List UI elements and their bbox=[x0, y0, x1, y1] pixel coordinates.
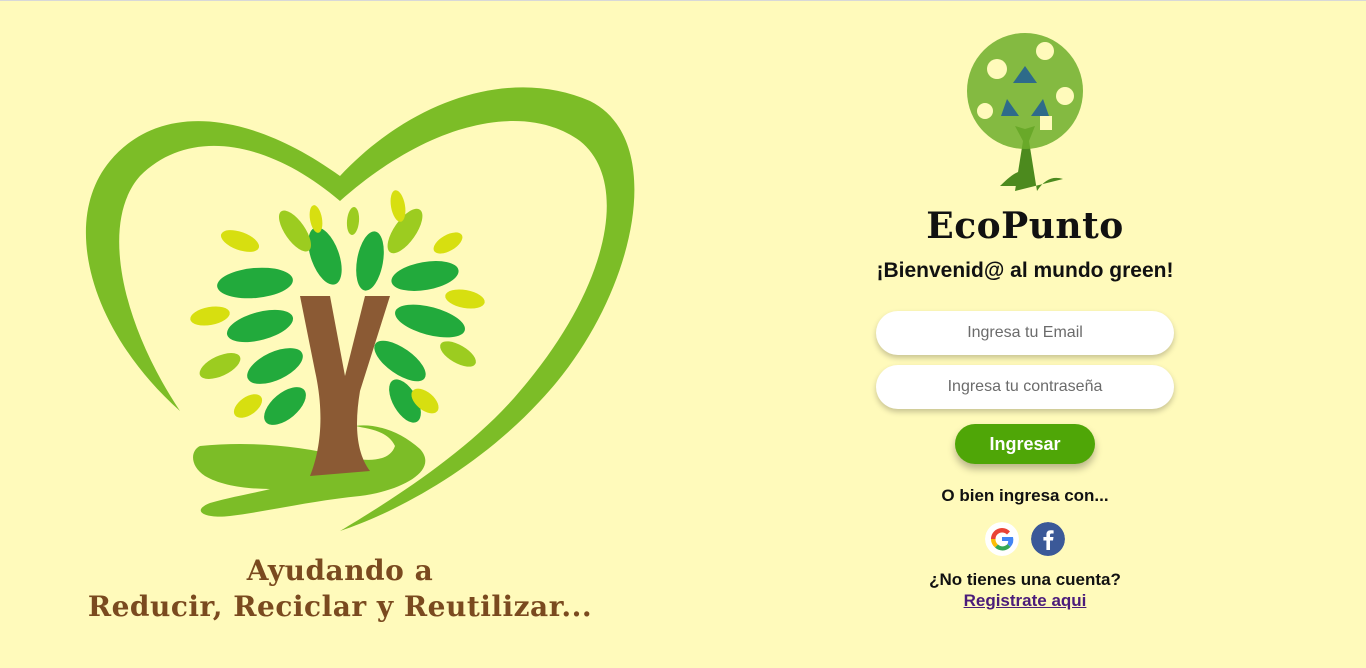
hero-tagline: Ayudando a Reducir, Reciclar y Reutiliza… bbox=[60, 553, 620, 625]
facebook-icon[interactable] bbox=[1031, 522, 1065, 556]
google-icon[interactable] bbox=[985, 522, 1019, 556]
heart-tree-illustration bbox=[85, 87, 635, 532]
email-input[interactable] bbox=[876, 311, 1174, 355]
no-account-text: ¿No tienes una cuenta? bbox=[929, 570, 1121, 589]
register-link[interactable]: Registrate aqui bbox=[964, 591, 1087, 611]
brand-title: EcoPunto bbox=[926, 205, 1124, 247]
password-input[interactable] bbox=[876, 365, 1174, 409]
login-panel: EcoPunto ¡Bienvenid@ al mundo green! Ing… bbox=[840, 21, 1210, 611]
alt-login-text: O bien ingresa con... bbox=[941, 486, 1109, 505]
welcome-heading: ¡Bienvenid@ al mundo green! bbox=[876, 259, 1174, 282]
login-button[interactable]: Ingresar bbox=[955, 424, 1095, 464]
eco-tree-logo bbox=[967, 33, 1083, 191]
social-login-group bbox=[840, 522, 1210, 556]
tagline-line-2: Reducir, Reciclar y Reutilizar... bbox=[87, 590, 593, 623]
login-page: Ayudando a Reducir, Reciclar y Reutiliza… bbox=[0, 0, 1366, 668]
tree-trunk bbox=[300, 296, 390, 476]
tagline-line-1: Ayudando a bbox=[246, 554, 434, 587]
